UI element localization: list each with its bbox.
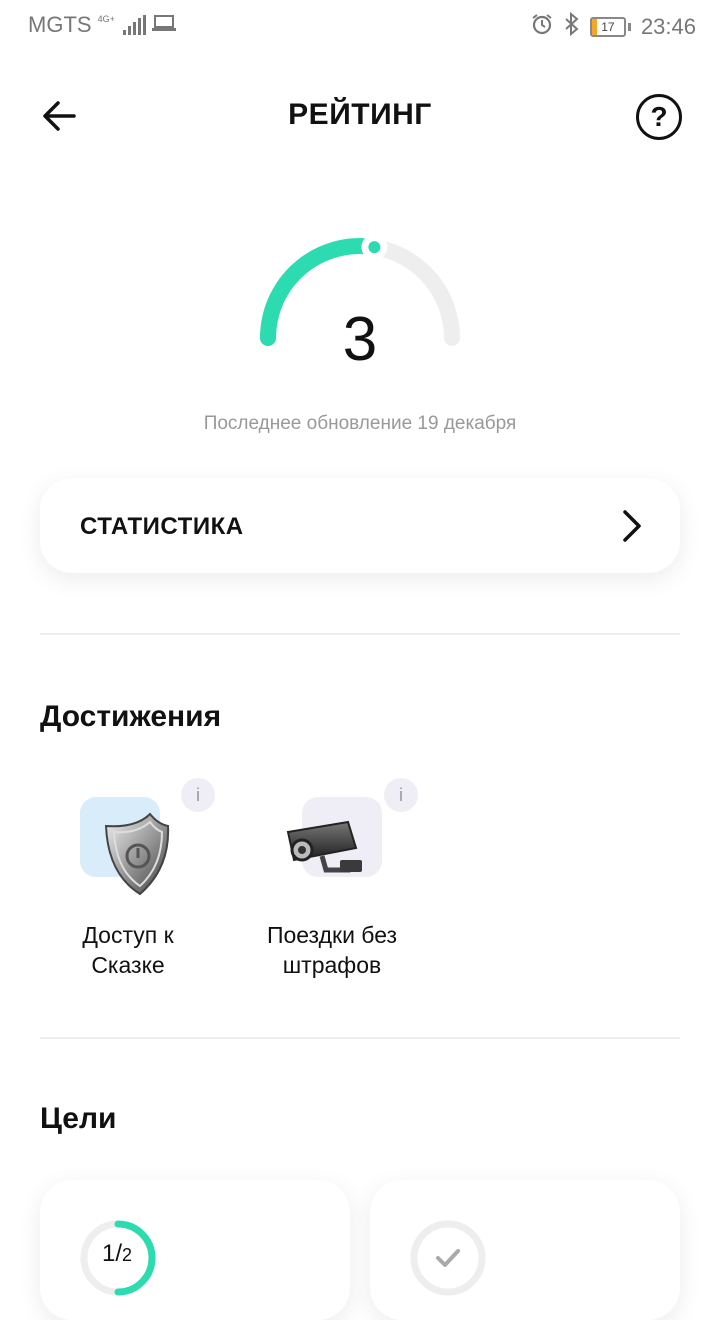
shield-icon (104, 812, 170, 896)
last-update-text: Последнее обновление 19 декабря (203, 413, 517, 434)
signal-icon (122, 15, 146, 35)
carrier-label: MGTS (28, 12, 92, 37)
divider (40, 1037, 680, 1039)
battery-icon: 17 (589, 17, 626, 37)
page-title: РЕЙТИНГ (288, 98, 432, 131)
achievement-label: Поездки без штрафов (266, 922, 398, 978)
battery-level: 17 (601, 20, 615, 34)
divider (40, 633, 680, 635)
achievement-no-fines[interactable]: i Поездки без штрафов (232, 778, 432, 980)
goal-progress-text: 1/2 (102, 1240, 133, 1267)
achievement-access-skazka[interactable]: i Доступ к Сказке (28, 778, 228, 980)
alarm-icon (530, 12, 554, 42)
statistics-button[interactable]: СТАТИСТИКА (40, 478, 680, 573)
info-icon[interactable]: i (384, 778, 418, 812)
achievements-title: Достижения (40, 700, 222, 733)
battery-tip (627, 23, 631, 31)
rating-value: 3 (342, 305, 378, 374)
app-header: РЕЙТИНГ ? (0, 80, 720, 152)
clock: 23:46 (640, 14, 696, 39)
camera-icon (286, 820, 362, 873)
help-button[interactable]: ? (636, 94, 682, 140)
ring-track (410, 1220, 486, 1296)
bluetooth-icon (564, 11, 580, 42)
question-icon: ? (650, 101, 668, 132)
achievement-label: Доступ к Сказке (82, 922, 174, 978)
status-bar: MGTS 4G+ 17 23:46 (0, 0, 720, 50)
goals-title: Цели (40, 1102, 117, 1135)
laptop-icon (151, 12, 176, 38)
info-icon[interactable]: i (181, 778, 215, 812)
check-icon (436, 1249, 460, 1267)
gauge-dot (368, 241, 381, 254)
network-type: 4G+ (97, 13, 115, 24)
chevron-right-icon (623, 510, 641, 542)
statistics-label: СТАТИСТИКА (80, 513, 244, 540)
goal-status-ring (410, 1220, 486, 1296)
